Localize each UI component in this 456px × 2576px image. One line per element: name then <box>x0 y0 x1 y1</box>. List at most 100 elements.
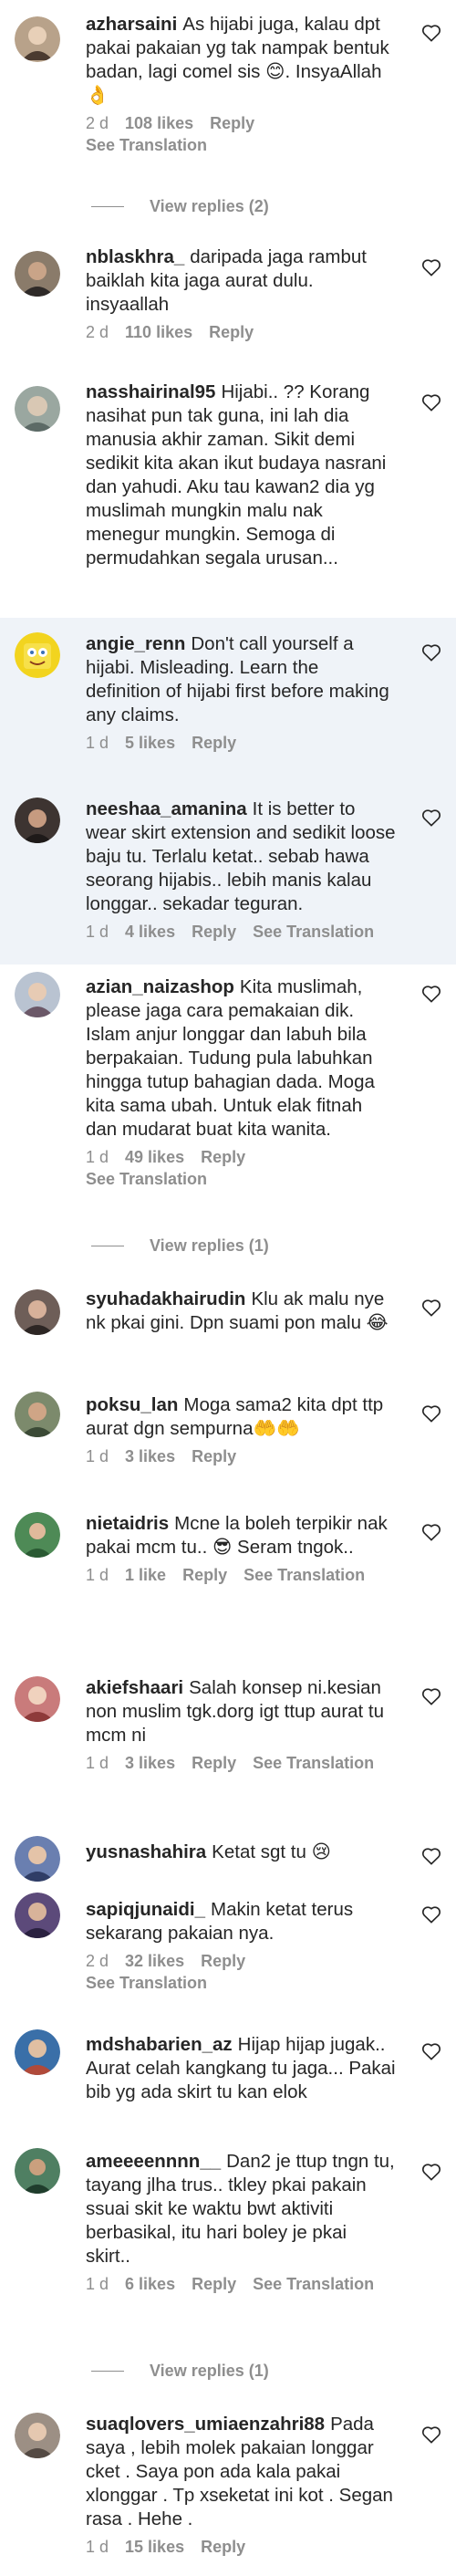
view-replies-line <box>91 205 124 207</box>
comment-username[interactable]: poksu_lan <box>86 1394 178 1415</box>
heart-outline-icon[interactable] <box>421 2425 441 2444</box>
see-translation-link[interactable]: See Translation <box>86 135 396 155</box>
view-replies-label: View replies (2) <box>150 196 269 215</box>
heart-outline-icon[interactable] <box>421 393 441 412</box>
comment-likes[interactable]: 3 likes <box>125 1754 175 1772</box>
comment-likes[interactable]: 5 likes <box>125 734 175 752</box>
comment-likes[interactable]: 108 likes <box>125 114 193 132</box>
comment-time: 1 d <box>86 734 109 752</box>
heart-outline-icon[interactable] <box>421 643 441 662</box>
avatar[interactable] <box>15 251 60 297</box>
comment-username[interactable]: akiefshaari <box>86 1677 183 1698</box>
comment-item: syuhadakhairudin Klu ak malu nye nk pkai … <box>0 1273 456 1373</box>
comment-item: nietaidris Mcne la boleh terpikir nak pak… <box>0 1501 456 1665</box>
heart-outline-icon[interactable] <box>421 2042 441 2060</box>
heart-outline-icon[interactable] <box>421 1687 441 1705</box>
comment-username[interactable]: suaqlovers_umiaenzahri88 <box>86 2414 325 2435</box>
comment-meta: 1 d 49 likes Reply <box>86 1147 396 1167</box>
comment-likes[interactable]: 110 likes <box>125 323 192 341</box>
comment-username[interactable]: nietaidris <box>86 1513 169 1534</box>
comment-time: 2 d <box>86 114 109 132</box>
view-replies-button[interactable]: View replies (2) <box>91 195 269 217</box>
see-translation-link[interactable]: See Translation <box>86 1169 396 1189</box>
heart-outline-icon[interactable] <box>421 1905 441 1924</box>
heart-outline-icon[interactable] <box>421 1298 441 1317</box>
comment-time: 2 d <box>86 1952 109 1970</box>
comment-item: azian_naizashop Kita muslimah, please jag… <box>0 965 456 1220</box>
reply-button[interactable]: Reply <box>182 1566 227 1584</box>
comment-likes[interactable]: 3 likes <box>125 1447 175 1465</box>
reply-button[interactable]: Reply <box>192 1447 236 1465</box>
reply-button[interactable]: Reply <box>210 114 254 132</box>
comment-username[interactable]: nasshairinal95 <box>86 381 215 402</box>
avatar[interactable] <box>15 2413 60 2458</box>
comment-body: mdshabarien_az Hijap hijap jugak.. Aurat … <box>86 2033 396 2104</box>
avatar[interactable] <box>15 16 60 62</box>
avatar[interactable] <box>15 1836 60 1882</box>
avatar[interactable] <box>15 2148 60 2194</box>
see-translation-link[interactable]: See Translation <box>253 2275 374 2293</box>
comment-body: nietaidris Mcne la boleh terpikir nak pak… <box>86 1512 396 1585</box>
comment-time: 1 d <box>86 1447 109 1465</box>
view-replies-button[interactable]: View replies (1) <box>91 2360 269 2382</box>
reply-button[interactable]: Reply <box>201 1148 245 1166</box>
avatar[interactable] <box>15 1392 60 1437</box>
comment-meta: 1 d 6 likes Reply See Translation <box>86 2274 396 2294</box>
heart-outline-icon[interactable] <box>421 808 441 827</box>
reply-button[interactable]: Reply <box>192 923 236 941</box>
heart-outline-icon[interactable] <box>421 1523 441 1541</box>
comment-username[interactable]: yusnashahira <box>86 1841 206 1862</box>
heart-outline-icon[interactable] <box>421 1847 441 1865</box>
comment-likes[interactable]: 1 like <box>125 1566 166 1584</box>
comment-item: nasshairinal95 Hijabi.. ?? Korang nasihat… <box>0 370 456 618</box>
comment-item: yusnashahira Ketat sgt tu 😢 <box>0 1825 456 1882</box>
comment-text: Kita muslimah, please jaga cara pemakaia… <box>86 976 375 1140</box>
see-translation-link[interactable]: See Translation <box>253 1754 374 1772</box>
comment-meta: 1 d 15 likes Reply <box>86 2537 396 2557</box>
avatar[interactable] <box>15 972 60 1017</box>
comment-likes[interactable]: 4 likes <box>125 923 175 941</box>
comment-body: sapiqjunaidi_ Makin ketat terus sekarang … <box>86 1898 396 1993</box>
reply-button[interactable]: Reply <box>201 1952 245 1970</box>
comment-likes[interactable]: 15 likes <box>125 2538 184 2556</box>
comment-username[interactable]: neeshaa_amanina <box>86 798 247 819</box>
avatar[interactable] <box>15 386 60 432</box>
comment-item: azharsaini As hijabi juga, kalau dpt paka… <box>0 0 456 173</box>
comment-item: akiefshaari Salah konsep ni.kesian non mu… <box>0 1665 456 1825</box>
avatar[interactable] <box>15 1289 60 1335</box>
comment-username[interactable]: syuhadakhairudin <box>86 1288 245 1309</box>
avatar[interactable] <box>15 1676 60 1722</box>
comment-body: yusnashahira Ketat sgt tu 😢 <box>86 1841 396 1864</box>
avatar[interactable] <box>15 632 60 678</box>
heart-outline-icon[interactable] <box>421 985 441 1003</box>
comment-body: akiefshaari Salah konsep ni.kesian non mu… <box>86 1676 396 1773</box>
comment-likes[interactable]: 6 likes <box>125 2275 175 2293</box>
comment-username[interactable]: azharsaini <box>86 14 177 35</box>
reply-button[interactable]: Reply <box>192 1754 236 1772</box>
avatar[interactable] <box>15 798 60 843</box>
avatar[interactable] <box>15 2029 60 2075</box>
heart-outline-icon[interactable] <box>421 1404 441 1423</box>
comment-likes[interactable]: 32 likes <box>125 1952 184 1970</box>
reply-button[interactable]: Reply <box>192 2275 236 2293</box>
heart-outline-icon[interactable] <box>421 258 441 276</box>
heart-outline-icon[interactable] <box>421 2163 441 2181</box>
comment-username[interactable]: ameeeennnn__ <box>86 2151 221 2172</box>
avatar[interactable] <box>15 1512 60 1558</box>
heart-outline-icon[interactable] <box>421 24 441 42</box>
reply-button[interactable]: Reply <box>192 734 236 752</box>
comment-username[interactable]: angie_renn <box>86 633 185 654</box>
view-replies-button[interactable]: View replies (1) <box>91 1235 269 1257</box>
see-translation-link[interactable]: See Translation <box>86 1973 396 1993</box>
see-translation-link[interactable]: See Translation <box>253 923 374 941</box>
comment-username[interactable]: mdshabarien_az <box>86 2034 233 2055</box>
reply-button[interactable]: Reply <box>209 323 254 341</box>
reply-button[interactable]: Reply <box>201 2538 245 2556</box>
avatar[interactable] <box>15 1893 60 1938</box>
view-replies-label: View replies (1) <box>150 1236 269 1255</box>
comment-likes[interactable]: 49 likes <box>125 1148 184 1166</box>
see-translation-link[interactable]: See Translation <box>244 1566 365 1584</box>
comment-username[interactable]: sapiqjunaidi_ <box>86 1899 205 1920</box>
comment-username[interactable]: nblaskhra_ <box>86 246 184 267</box>
comment-username[interactable]: azian_naizashop <box>86 976 234 997</box>
